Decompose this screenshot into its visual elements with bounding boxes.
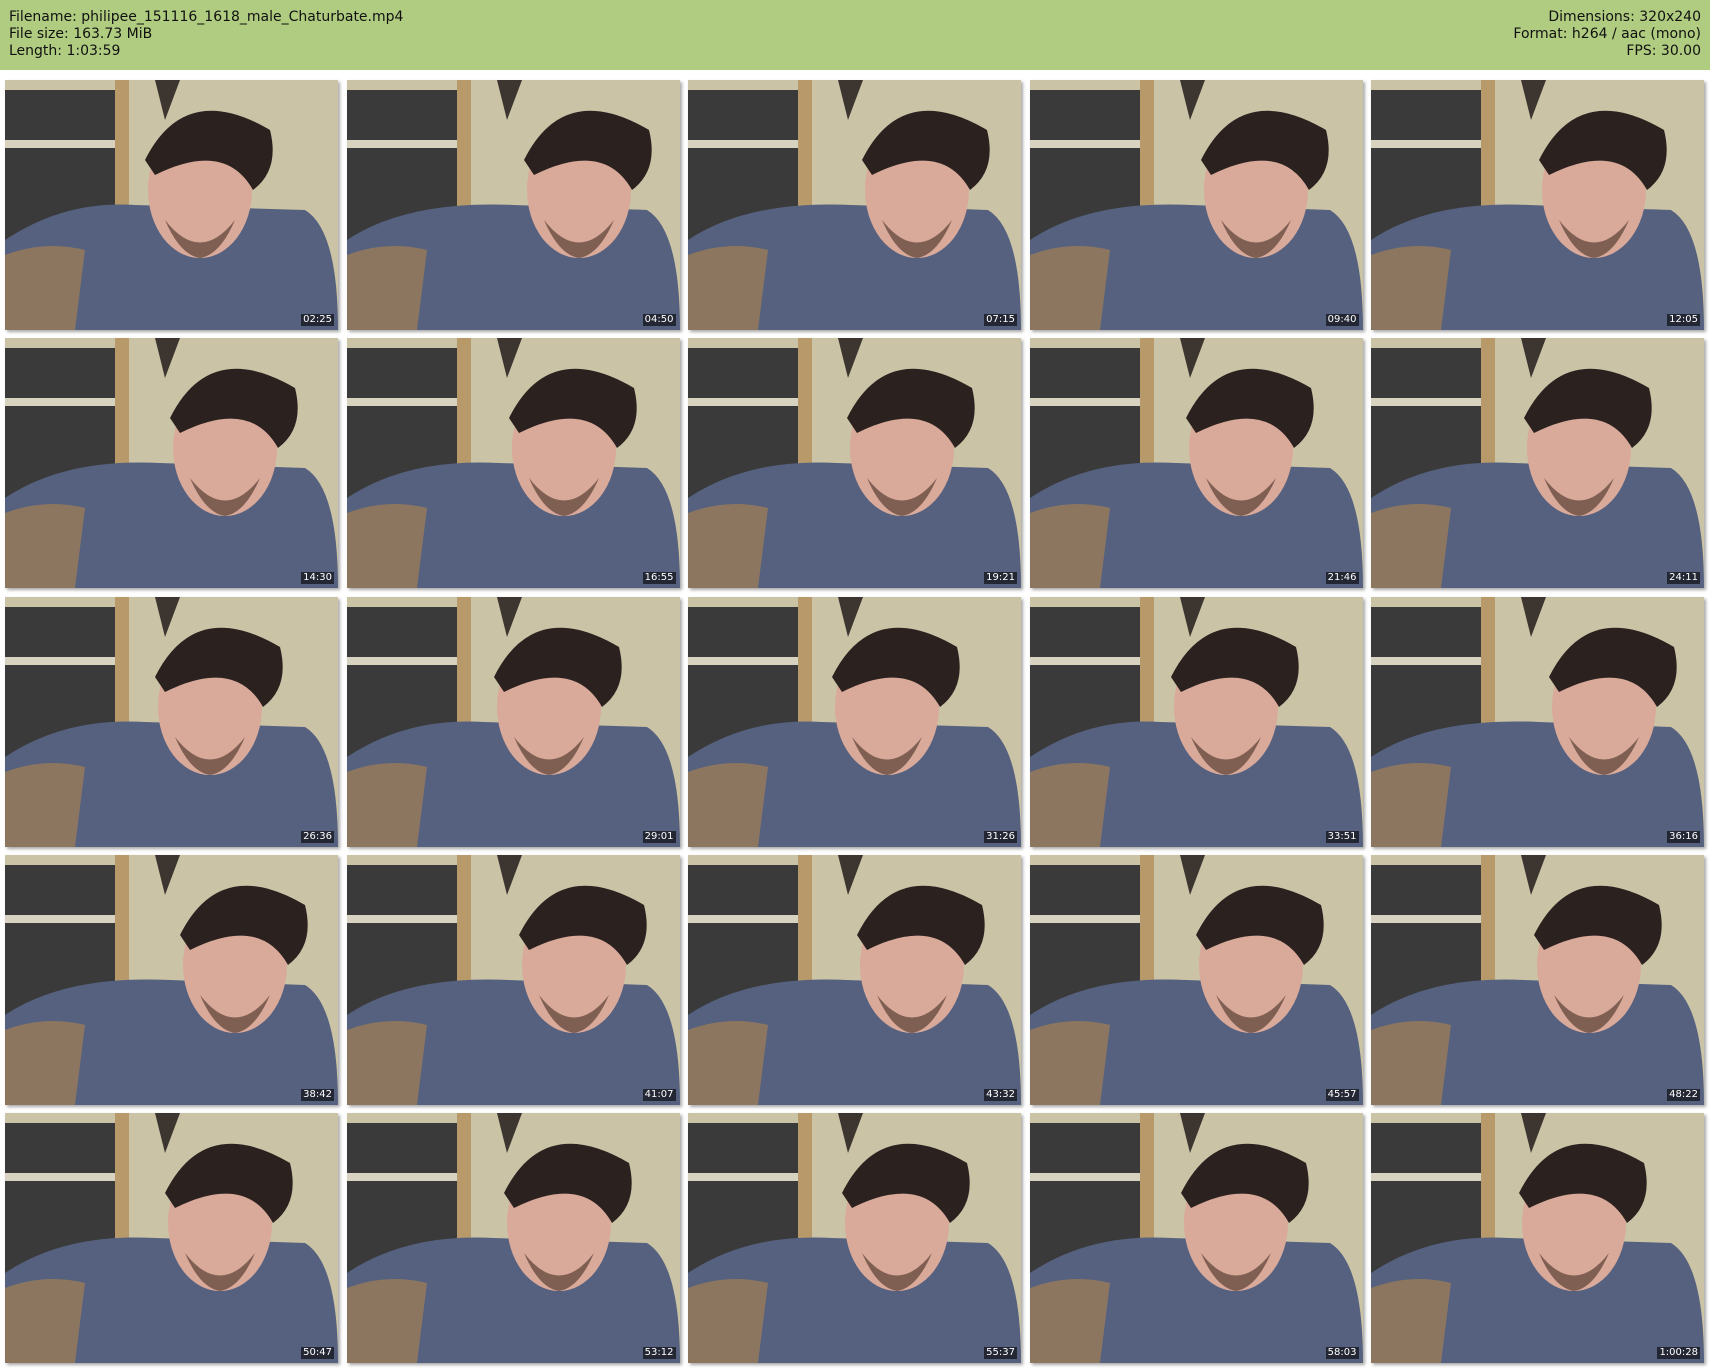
filesize-text: File size: 163.73 MiB bbox=[9, 26, 153, 42]
timestamp-label: 45:57 bbox=[1325, 1088, 1359, 1101]
video-thumbnail[interactable]: 09:40 bbox=[1029, 80, 1363, 330]
timestamp-label: 07:15 bbox=[984, 314, 1017, 326]
file-info-left: Filename: philipee_151116_1618_male_Chat… bbox=[9, 9, 403, 60]
timestamp-label: 29:01 bbox=[642, 830, 676, 843]
video-thumbnail[interactable]: 19:21 bbox=[688, 338, 1021, 589]
timestamp-label: 58:03 bbox=[1325, 1347, 1359, 1359]
thumbnail-image bbox=[1029, 338, 1363, 589]
video-thumbnail[interactable]: 04:50 bbox=[346, 80, 680, 330]
video-thumbnail[interactable]: 31:26 bbox=[688, 596, 1021, 847]
video-thumbnail[interactable]: 14:30 bbox=[5, 338, 338, 589]
timestamp-label: 16:55 bbox=[642, 572, 676, 585]
timestamp-label: 04:50 bbox=[642, 314, 676, 326]
timestamp-label: 50:47 bbox=[301, 1347, 334, 1359]
dimensions-text: Dimensions: 320x240 bbox=[1548, 9, 1701, 25]
length-text: Length: 1:03:59 bbox=[9, 43, 121, 59]
thumbnail-image bbox=[688, 1113, 1021, 1363]
video-thumbnail[interactable]: 33:51 bbox=[1029, 596, 1363, 847]
video-thumbnail[interactable]: 29:01 bbox=[346, 596, 680, 847]
video-thumbnail[interactable]: 26:36 bbox=[5, 596, 338, 847]
thumbnail-image bbox=[346, 1113, 680, 1363]
video-thumbnail[interactable]: 58:03 bbox=[1029, 1113, 1363, 1363]
timestamp-label: 53:12 bbox=[642, 1347, 676, 1359]
filename-text: Filename: philipee_151116_1618_male_Chat… bbox=[9, 9, 404, 25]
thumbnail-image bbox=[1029, 80, 1363, 330]
thumbnail-image bbox=[1371, 338, 1704, 589]
timestamp-label: 09:40 bbox=[1325, 314, 1359, 326]
timestamp-label: 55:37 bbox=[984, 1347, 1017, 1359]
thumbnail-image bbox=[346, 596, 680, 847]
timestamp-label: 1:00:28 bbox=[1657, 1347, 1700, 1359]
timestamp-label: 31:26 bbox=[984, 830, 1017, 843]
thumbnail-image bbox=[346, 80, 680, 330]
video-thumbnail[interactable]: 12:05 bbox=[1371, 80, 1704, 330]
thumbnail-image bbox=[5, 1113, 338, 1363]
file-info-header: Filename: philipee_151116_1618_male_Chat… bbox=[0, 0, 1710, 70]
timestamp-label: 21:46 bbox=[1325, 572, 1359, 585]
video-thumbnail[interactable]: 21:46 bbox=[1029, 338, 1363, 589]
thumbnail-image bbox=[5, 854, 338, 1105]
thumbnail-image bbox=[688, 338, 1021, 589]
video-thumbnail[interactable]: 50:47 bbox=[5, 1113, 338, 1363]
thumbnail-image bbox=[1029, 596, 1363, 847]
thumbnail-image bbox=[1371, 1113, 1704, 1363]
file-info-right: Dimensions: 320x240 Format: h264 / aac (… bbox=[1513, 9, 1701, 60]
timestamp-label: 38:42 bbox=[301, 1088, 334, 1101]
thumbnail-image bbox=[688, 854, 1021, 1105]
video-thumbnail[interactable]: 48:22 bbox=[1371, 854, 1704, 1105]
timestamp-label: 43:32 bbox=[984, 1088, 1017, 1101]
video-thumbnail[interactable]: 38:42 bbox=[5, 854, 338, 1105]
thumbnail-image bbox=[346, 338, 680, 589]
timestamp-label: 24:11 bbox=[1667, 572, 1700, 585]
video-thumbnail[interactable]: 43:32 bbox=[688, 854, 1021, 1105]
video-thumbnail[interactable]: 45:57 bbox=[1029, 854, 1363, 1105]
video-thumbnail[interactable]: 55:37 bbox=[688, 1113, 1021, 1363]
video-thumbnail[interactable]: 02:25 bbox=[5, 80, 338, 330]
thumbnail-image bbox=[5, 80, 338, 330]
thumbnail-image bbox=[5, 596, 338, 847]
timestamp-label: 26:36 bbox=[301, 830, 334, 843]
timestamp-label: 33:51 bbox=[1325, 830, 1359, 843]
format-text: Format: h264 / aac (mono) bbox=[1513, 26, 1701, 42]
video-thumbnail[interactable]: 07:15 bbox=[688, 80, 1021, 330]
timestamp-label: 12:05 bbox=[1667, 314, 1700, 326]
thumbnail-image bbox=[346, 854, 680, 1105]
timestamp-label: 14:30 bbox=[301, 572, 334, 585]
thumbnail-image bbox=[1371, 854, 1704, 1105]
thumbnail-image bbox=[688, 596, 1021, 847]
thumbnail-image bbox=[1371, 80, 1704, 330]
video-thumbnail[interactable]: 24:11 bbox=[1371, 338, 1704, 589]
thumbnail-image bbox=[688, 80, 1021, 330]
video-thumbnail[interactable]: 1:00:28 bbox=[1371, 1113, 1704, 1363]
video-thumbnail[interactable]: 16:55 bbox=[346, 338, 680, 589]
video-thumbnail[interactable]: 41:07 bbox=[346, 854, 680, 1105]
timestamp-label: 41:07 bbox=[642, 1088, 676, 1101]
thumbnail-grid: 02:25 04:50 07:15 09:40 12:05 14:30 16:55 19:21… bbox=[5, 80, 1705, 1363]
thumbnail-image bbox=[1371, 596, 1704, 847]
thumbnail-image bbox=[5, 338, 338, 589]
timestamp-label: 36:16 bbox=[1667, 830, 1700, 843]
thumbnail-image bbox=[1029, 1113, 1363, 1363]
timestamp-label: 48:22 bbox=[1667, 1088, 1700, 1101]
thumbnail-image bbox=[1029, 854, 1363, 1105]
video-thumbnail[interactable]: 36:16 bbox=[1371, 596, 1704, 847]
timestamp-label: 02:25 bbox=[301, 314, 334, 326]
fps-text: FPS: 30.00 bbox=[1626, 43, 1701, 59]
video-thumbnail[interactable]: 53:12 bbox=[346, 1113, 680, 1363]
timestamp-label: 19:21 bbox=[984, 572, 1017, 585]
